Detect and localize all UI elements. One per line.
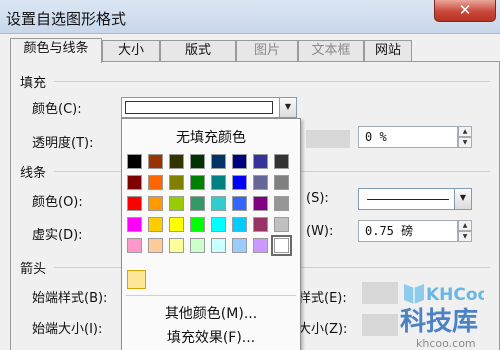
color-swatch[interactable] (127, 196, 142, 211)
color-swatch[interactable] (169, 217, 184, 232)
watermark-url: khcoo.com (416, 337, 476, 350)
line-style-label: (S): (306, 191, 329, 206)
color-swatch[interactable] (127, 238, 142, 253)
color-swatch[interactable] (211, 175, 226, 190)
color-swatch[interactable] (232, 238, 247, 253)
title-bar: 设置自选图形格式 (0, 0, 500, 34)
weight-up-icon[interactable]: ▲ (458, 220, 472, 231)
line-color-label: 颜色(O): (32, 195, 83, 210)
recent-color-swatch[interactable] (127, 270, 146, 289)
tab-strip: 颜色与线条 大小 版式 图片 文本框 网站 (0, 38, 500, 63)
color-swatch[interactable] (190, 175, 205, 190)
color-swatch[interactable] (211, 196, 226, 211)
color-swatch[interactable] (253, 154, 268, 169)
line-section-title: 线条 (20, 166, 47, 181)
color-swatch[interactable] (274, 154, 289, 169)
line-weight-label: (W): (306, 224, 334, 239)
chevron-down-icon[interactable]: ▼ (454, 188, 472, 210)
no-fill-color-option[interactable]: 无填充颜色 (122, 127, 300, 147)
arrows-section-title: 箭头 (20, 262, 47, 277)
color-swatch[interactable] (127, 175, 142, 190)
color-swatch[interactable] (169, 175, 184, 190)
fill-divider (54, 81, 490, 82)
end-style-label: 样式(E): (298, 291, 347, 306)
popup-divider (126, 295, 296, 296)
transparency-slider[interactable] (306, 130, 350, 148)
color-swatch[interactable] (253, 175, 268, 190)
fill-section-title: 填充 (20, 76, 47, 91)
color-swatch[interactable] (190, 238, 205, 253)
color-swatch[interactable] (211, 217, 226, 232)
end-size-dropdown[interactable] (362, 314, 398, 336)
color-swatch[interactable] (148, 175, 163, 190)
color-swatch[interactable] (169, 154, 184, 169)
color-swatch[interactable] (274, 196, 289, 211)
line-style-dropdown[interactable]: ▼ (358, 188, 472, 210)
color-swatch[interactable] (127, 217, 142, 232)
watermark-name: 科技库 (400, 307, 479, 337)
color-swatch[interactable] (148, 196, 163, 211)
color-swatch[interactable] (190, 217, 205, 232)
color-swatch[interactable] (253, 217, 268, 232)
color-swatch[interactable] (274, 217, 289, 232)
color-swatch[interactable] (148, 154, 163, 169)
fill-effects-option[interactable]: 填充效果(F)... (122, 327, 300, 347)
color-swatch[interactable] (211, 154, 226, 169)
color-swatch[interactable] (271, 235, 292, 256)
color-swatch[interactable] (127, 154, 142, 169)
line-style-preview (367, 199, 449, 200)
color-swatch[interactable] (211, 238, 226, 253)
tab-textbox[interactable]: 文本框 (298, 40, 364, 62)
transparency-up-icon[interactable]: ▲ (458, 126, 472, 137)
color-swatch[interactable] (232, 217, 247, 232)
tab-layout[interactable]: 版式 (160, 40, 236, 62)
color-swatch[interactable] (253, 238, 268, 253)
dialog-title: 设置自选图形格式 (6, 10, 127, 28)
color-swatch[interactable] (190, 154, 205, 169)
fill-color-dropdown[interactable]: ▼ (121, 97, 297, 118)
color-swatch[interactable] (253, 196, 268, 211)
color-swatch[interactable] (169, 238, 184, 253)
fill-transparency-input[interactable]: 0 % (358, 126, 458, 148)
begin-style-label: 始端样式(B): (32, 291, 108, 306)
color-swatch[interactable] (232, 175, 247, 190)
color-swatch[interactable] (274, 175, 289, 190)
fill-color-preview (125, 101, 273, 114)
tab-colors-and-lines[interactable]: 颜色与线条 (10, 38, 102, 63)
chevron-down-icon[interactable]: ▼ (279, 97, 297, 118)
color-swatch[interactable] (232, 154, 247, 169)
weight-down-icon[interactable]: ▼ (458, 231, 472, 242)
line-dash-label: 虚实(D): (32, 228, 83, 243)
end-style-dropdown[interactable] (362, 282, 398, 304)
color-picker-popup: 无填充颜色 其他颜色(M)... 填充效果(F)... (121, 118, 301, 350)
fill-color-label: 颜色(C): (32, 102, 82, 117)
watermark-logo-text: KHCoo (426, 285, 484, 305)
line-weight-input[interactable]: 0.75 磅 (358, 220, 458, 242)
tab-picture[interactable]: 图片 (236, 40, 298, 62)
tab-size[interactable]: 大小 (102, 40, 160, 62)
more-colors-option[interactable]: 其他颜色(M)... (122, 303, 300, 323)
close-button[interactable]: ✕ (434, 0, 496, 22)
fill-transparency-label: 透明度(T): (32, 136, 94, 151)
tab-web[interactable]: 网站 (364, 40, 412, 62)
color-swatch[interactable] (190, 196, 205, 211)
color-swatch[interactable] (148, 238, 163, 253)
transparency-down-icon[interactable]: ▼ (458, 137, 472, 148)
color-swatch[interactable] (232, 196, 247, 211)
khcoo-logo: KHCoo (404, 284, 484, 305)
color-swatch[interactable] (169, 196, 184, 211)
begin-size-label: 始端大小(I): (32, 322, 103, 337)
color-swatch[interactable] (148, 217, 163, 232)
format-autoshape-dialog: 设置自选图形格式 ✕ 颜色与线条 大小 版式 图片 文本框 网站 填充 颜色(C… (0, 0, 500, 350)
end-size-label: 大小(Z): (298, 322, 348, 337)
